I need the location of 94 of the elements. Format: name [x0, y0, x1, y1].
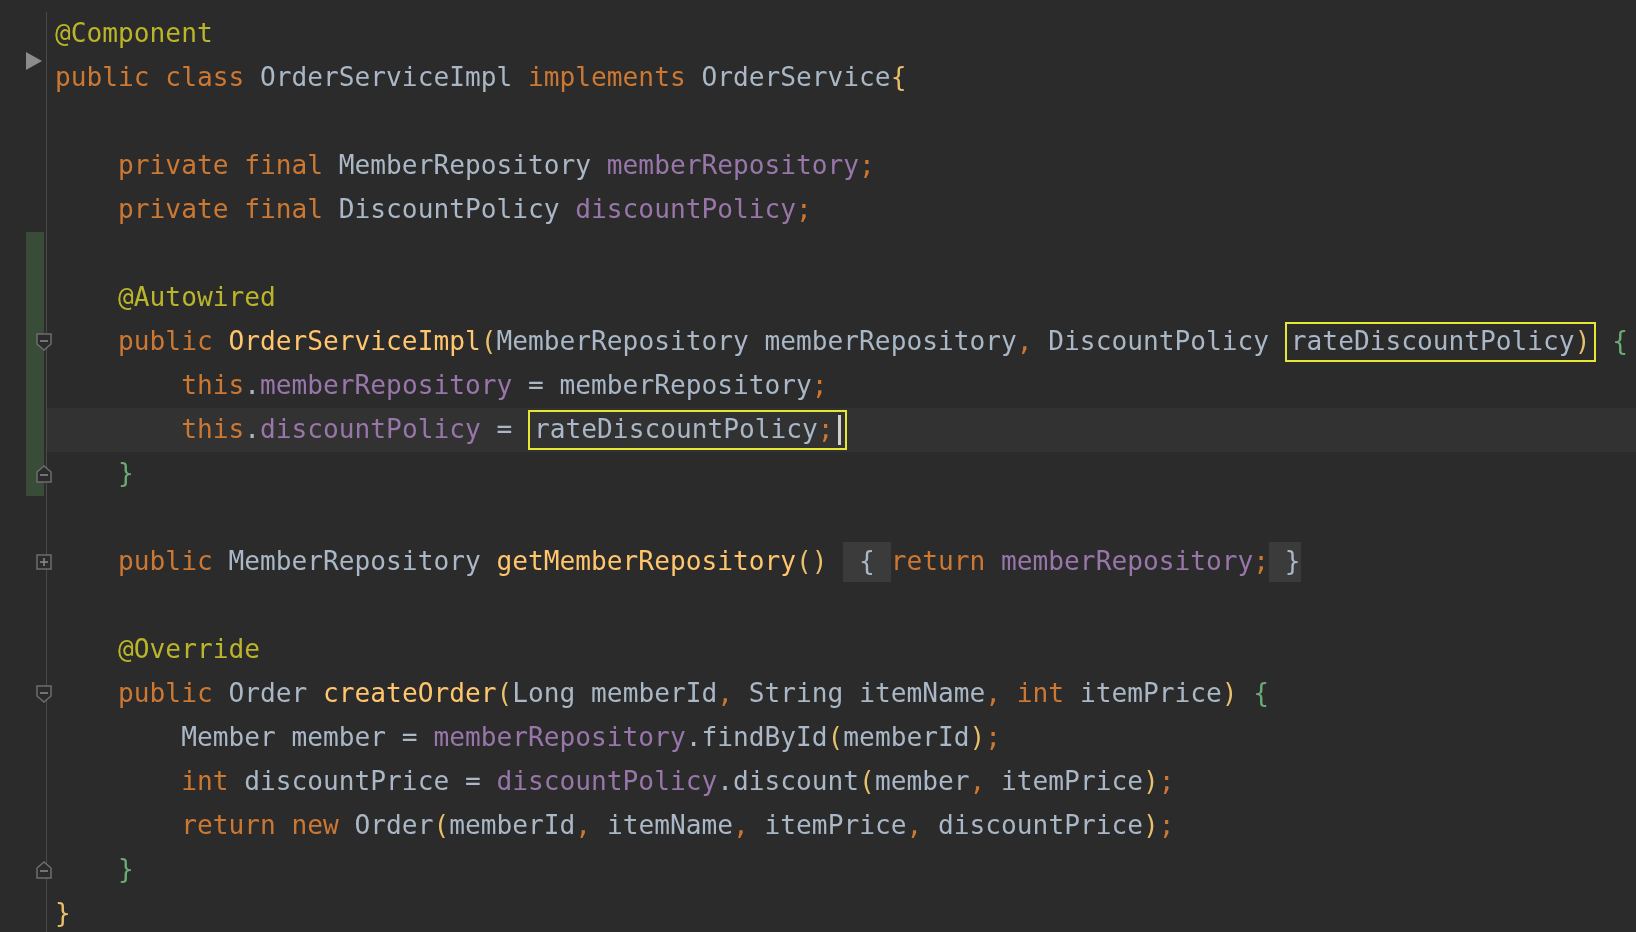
code-token: { [1611, 325, 1628, 359]
code-token: memberRepository [606, 149, 860, 183]
code-token: MemberRepository [338, 149, 593, 183]
code-token: return new [180, 809, 340, 843]
code-token: OrderService [701, 61, 891, 95]
folded-code-marker[interactable]: } [1269, 542, 1301, 582]
code-token: } [117, 457, 134, 491]
code-token: ; [817, 413, 834, 447]
code-token: ( [859, 765, 875, 799]
code-token: Member member = [180, 721, 419, 755]
code-token: , [969, 765, 987, 799]
code-token: rateDiscountPolicy [1290, 325, 1575, 359]
code-token: , [1016, 325, 1034, 359]
code-token: discountPolicy [260, 413, 481, 447]
code-token: , [906, 809, 924, 843]
code-token: { [1252, 677, 1270, 711]
code-token: createOrder [323, 677, 497, 711]
code-token: ; [985, 721, 1002, 755]
code-token: DiscountPolicy [1048, 325, 1271, 359]
code-token: OrderServiceImpl [259, 61, 514, 95]
code-token: itemName [606, 809, 733, 843]
code-token: discountPolicy [496, 765, 718, 799]
code-token: ( [480, 325, 497, 359]
code-token: Order [354, 809, 434, 843]
code-token: ; [859, 149, 875, 183]
code-token: implements [528, 61, 687, 95]
code-token: DiscountPolicy [338, 193, 561, 227]
code-token: OrderServiceImpl [228, 325, 481, 359]
code-token: member [874, 765, 970, 799]
code-token: int [180, 765, 230, 799]
code-token: , [733, 809, 750, 843]
code-token: itemPrice [1079, 677, 1222, 711]
code-token: ; [811, 369, 828, 403]
code-token: ; [796, 193, 812, 227]
code-token: Long memberId [512, 677, 718, 711]
code-token: ) [1221, 677, 1238, 711]
code-token: discountPrice = [244, 765, 482, 799]
code-token: memberRepository [260, 369, 513, 403]
code-token: return [890, 545, 987, 579]
code-token: ; [1158, 809, 1175, 843]
code-token: discountPolicy [575, 193, 797, 227]
code-token: ( [496, 677, 513, 711]
code-token: .findById [685, 721, 828, 755]
code-token: MemberRepository [228, 545, 482, 579]
code-token: memberId [843, 721, 970, 755]
fold-marker-icon[interactable] [36, 685, 52, 703]
code-token: , [985, 677, 1003, 711]
code-token: memberRepository [433, 721, 686, 755]
code-token: ( [827, 721, 844, 755]
code-token: ; [1158, 765, 1175, 799]
code-token: ) [1574, 325, 1591, 359]
code-token: itemPrice [764, 809, 907, 843]
code-token: = [495, 413, 514, 447]
code-token: discountPrice [938, 809, 1143, 843]
code-token: Order [228, 677, 309, 711]
code-token: itemPrice [1001, 765, 1143, 799]
code-token: = memberRepository [527, 369, 812, 403]
code-token: public class [55, 61, 246, 95]
code-token: this [180, 413, 245, 447]
code-token: ; [1253, 545, 1270, 579]
code-token: int [1016, 677, 1066, 711]
code-token: public [117, 545, 214, 579]
code-token: , [717, 677, 734, 711]
code-token: ) [1143, 809, 1159, 843]
code-token: MemberRepository memberRepository [496, 325, 1017, 359]
run-icon[interactable] [26, 52, 42, 70]
code-token: public [117, 325, 214, 359]
code-token: String itemName [748, 677, 986, 711]
code-token: ) [1142, 765, 1159, 799]
code-token: . [244, 413, 260, 447]
code-token: memberId [449, 809, 576, 843]
code-token: ( [433, 809, 450, 843]
code-token: . [244, 369, 260, 403]
code-token: () [796, 545, 829, 579]
code-token: getMemberRepository [496, 545, 797, 579]
code-token: { [890, 61, 907, 95]
code-token: private final [117, 193, 325, 227]
code-token: @Component [55, 17, 213, 51]
code-token: @Autowired [117, 281, 276, 315]
expand-marker-icon[interactable] [36, 554, 52, 570]
code-token: , [575, 809, 593, 843]
code-token: .discount [717, 765, 860, 799]
fold-marker-icon[interactable] [36, 861, 52, 879]
fold-marker-icon[interactable] [36, 333, 52, 351]
code-token: private final [117, 149, 325, 183]
code-token: } [117, 853, 134, 887]
code-token: rateDiscountPolicy [534, 413, 818, 447]
folded-code-marker[interactable]: { [843, 542, 891, 582]
code-token: ) [969, 721, 986, 755]
code-token: @Override [117, 633, 260, 667]
code-token: this [180, 369, 245, 403]
code-token: } [55, 897, 71, 931]
code-token: memberRepository [1001, 545, 1254, 579]
code-token: public [117, 677, 214, 711]
